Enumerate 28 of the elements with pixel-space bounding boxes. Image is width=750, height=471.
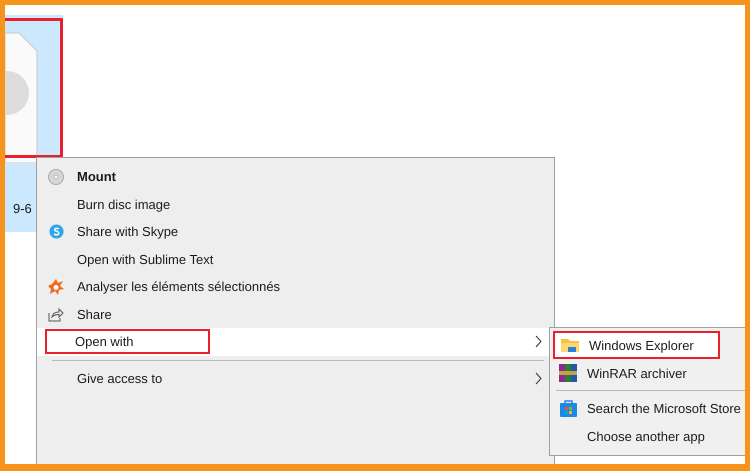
- menu-item[interactable]: Analyser les éléments sélectionnés: [37, 273, 554, 300]
- menu-item[interactable]: Give access to: [37, 364, 554, 392]
- submenu-item-label: Windows Explorer: [588, 338, 695, 352]
- submenu-item-label: Search the Microsoft Store: [586, 400, 742, 416]
- menu-item[interactable]: Share: [37, 300, 554, 328]
- menu-item-label: Share with Skype: [76, 224, 180, 240]
- menu-item-label: Analyser les éléments sélectionnés: [76, 279, 282, 294]
- submenu-item[interactable]: Windows Explorer: [553, 331, 720, 359]
- skype-icon: [48, 224, 64, 240]
- menu-item-label: Open with: [45, 329, 210, 354]
- menu-item-label: Share: [76, 306, 113, 322]
- menu-item-label: Burn disc image: [76, 196, 172, 212]
- disc-icon: [48, 168, 64, 185]
- menu-item-label: Open with Sublime Text: [76, 252, 214, 267]
- folder-icon: [561, 337, 579, 353]
- menu-item-label: Mount: [76, 169, 117, 184]
- submenu-item-label: Choose another app: [586, 428, 706, 444]
- books-icon: [559, 364, 577, 382]
- submenu-item[interactable]: Search the Microsoft Store: [553, 394, 745, 422]
- store-bag-icon: [560, 399, 576, 417]
- share-icon: [48, 306, 64, 322]
- menu-item[interactable]: Open with Sublime Text: [37, 246, 554, 273]
- submenu-item-label: WinRAR archiver: [586, 366, 688, 380]
- avast-icon: [48, 278, 64, 295]
- submenu-item[interactable]: Choose another app: [553, 422, 720, 450]
- file-name: 9-6: [13, 201, 32, 216]
- menu-item-label: Give access to: [76, 370, 164, 386]
- submenu-item[interactable]: WinRAR archiver: [553, 359, 720, 387]
